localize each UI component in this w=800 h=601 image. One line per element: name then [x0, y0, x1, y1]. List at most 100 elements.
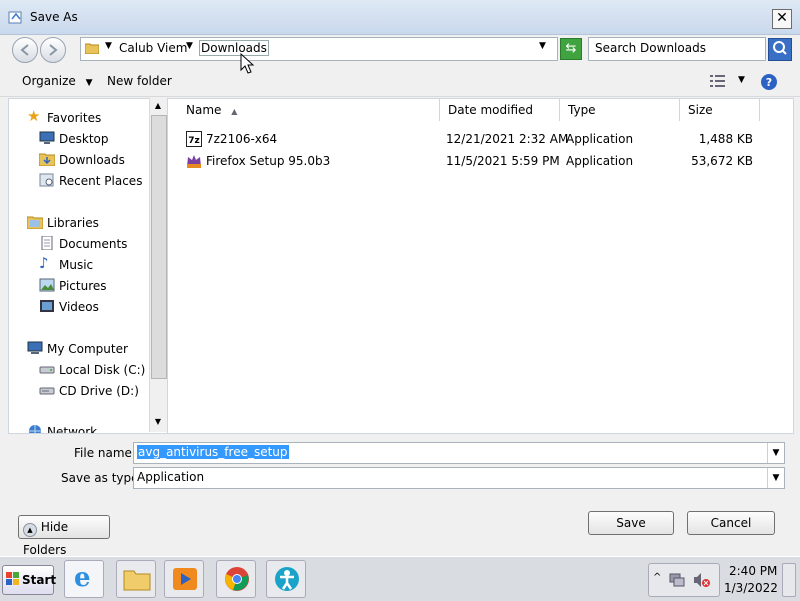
save-as-type-value: Application	[137, 470, 205, 484]
column-header-name[interactable]: Name ▲	[178, 99, 440, 121]
hide-folders-button[interactable]: ▲ Hide Folders	[18, 515, 110, 557]
taskbar-accessibility-app[interactable]	[266, 560, 306, 598]
libraries-icon	[27, 216, 43, 229]
clock-date[interactable]: 1/3/2022	[724, 581, 778, 595]
address-bar[interactable]: ▼ Calub Viem ▼ Downloads ▼	[80, 37, 558, 61]
refresh-button[interactable]: ⇆	[560, 38, 582, 60]
folder-icon	[85, 43, 99, 54]
chevron-down-icon[interactable]: ▼	[767, 443, 784, 463]
file-type: Application	[566, 154, 634, 168]
accessibility-icon	[275, 567, 299, 591]
star-icon: ★	[27, 107, 41, 125]
navigation-pane: ★ Favorites Desktop Downloads Recent Pla…	[8, 98, 168, 434]
help-icon[interactable]: ?	[760, 73, 778, 91]
show-desktop-button[interactable]	[782, 563, 796, 597]
file-date: 12/21/2021 2:32 AM	[446, 132, 569, 146]
taskbar-chrome[interactable]	[216, 560, 256, 598]
hard-drive-icon	[39, 366, 55, 374]
view-dropdown-icon[interactable]: ▼	[738, 75, 745, 85]
taskbar-internet-explorer[interactable]: e	[64, 560, 104, 598]
back-arrow-icon	[20, 44, 29, 56]
volume-muted-icon[interactable]	[693, 572, 711, 588]
taskbar-file-explorer[interactable]	[116, 560, 156, 598]
music-icon: ♪	[39, 254, 49, 272]
start-button[interactable]: Start	[2, 565, 57, 595]
breadcrumb-downloads[interactable]: Downloads	[199, 40, 269, 56]
sidebar-label: Pictures	[59, 279, 107, 293]
documents-icon	[41, 236, 53, 250]
chrome-icon	[225, 567, 249, 591]
clock-time[interactable]: 2:40 PM	[729, 564, 777, 578]
column-header-size[interactable]: Size	[680, 99, 760, 121]
address-dropdown-icon[interactable]: ▼	[539, 41, 546, 51]
forward-arrow-icon	[49, 44, 58, 56]
sidebar-scrollbar[interactable]: ▲ ▼	[149, 98, 167, 432]
window-title: Save As	[30, 10, 78, 24]
save-as-type-label: Save as type:	[61, 471, 143, 485]
sidebar-label: Local Disk (C:)	[59, 363, 146, 377]
sidebar-label: Downloads	[59, 153, 125, 167]
sidebar-label: Documents	[59, 237, 128, 251]
computer-icon	[27, 341, 43, 354]
firefox-setup-icon	[187, 155, 201, 168]
chevron-down-icon[interactable]: ▼	[105, 41, 112, 51]
cancel-button[interactable]: Cancel	[687, 511, 775, 535]
save-button[interactable]: Save	[588, 511, 674, 535]
command-toolbar: Organize ▼ New folder ▼ ?	[0, 66, 800, 97]
save-as-window-icon	[8, 11, 22, 24]
new-folder-button[interactable]: New folder	[107, 74, 172, 88]
file-size: 1,488 KB	[698, 132, 753, 146]
7zip-app-icon: 7z	[186, 131, 202, 147]
save-options-panel: File name: avg_antivirus_free_setup ▼ Sa…	[0, 433, 800, 557]
search-button[interactable]	[768, 38, 792, 61]
forward-button[interactable]	[40, 37, 66, 63]
sidebar-label: Music	[59, 258, 94, 272]
back-button[interactable]	[12, 37, 38, 63]
view-options-icon[interactable]	[710, 75, 726, 87]
show-hidden-icons-icon[interactable]: ^	[653, 572, 661, 583]
close-icon: ✕	[776, 10, 788, 26]
file-name: Firefox Setup 95.0b3	[206, 154, 331, 168]
file-type: Application	[566, 132, 634, 146]
close-button[interactable]: ✕	[772, 9, 792, 29]
breadcrumb-calub-viem[interactable]: Calub Viem	[119, 41, 187, 55]
desktop-icon	[39, 131, 55, 144]
search-input[interactable]: Search Downloads	[588, 37, 766, 61]
search-placeholder: Search Downloads	[595, 41, 706, 55]
internet-explorer-icon: e	[74, 563, 91, 593]
chevron-down-icon[interactable]: ▼	[186, 41, 193, 51]
organize-label: Organize	[22, 74, 76, 88]
file-date: 11/5/2021 5:59 PM	[446, 154, 560, 168]
cd-drive-icon	[39, 387, 55, 395]
taskbar: Start e ^ 2:40 PM 1/3/2022	[0, 556, 800, 601]
svg-text:7z: 7z	[188, 136, 200, 146]
column-header-date[interactable]: Date modified	[440, 99, 560, 121]
pictures-icon	[39, 278, 55, 292]
file-row[interactable]: 7z 7z2106-x64 12/21/2021 2:32 AM Applica…	[168, 129, 768, 149]
sidebar-label: Favorites	[47, 111, 102, 125]
chevron-down-icon[interactable]: ▼	[767, 468, 784, 488]
folder-icon	[123, 570, 151, 591]
sidebar-label: Desktop	[59, 132, 109, 146]
network-status-icon[interactable]	[669, 572, 685, 588]
title-bar: Save As ✕	[0, 0, 800, 35]
recent-places-icon	[39, 173, 54, 187]
file-name-label: File name:	[74, 446, 136, 460]
downloads-folder-icon	[39, 153, 55, 166]
column-header-type[interactable]: Type	[560, 99, 680, 121]
navigation-bar: ▼ Calub Viem ▼ Downloads ▼ ⇆ Search Down…	[0, 35, 800, 74]
save-as-type-select[interactable]: Application ▼	[133, 467, 785, 489]
file-name: 7z2106-x64	[206, 132, 278, 146]
refresh-icon: ⇆	[565, 41, 577, 56]
sort-ascending-icon: ▲	[231, 107, 238, 116]
organize-button[interactable]: Organize ▼	[22, 74, 93, 88]
start-label: Start	[22, 573, 57, 587]
scroll-up-icon[interactable]: ▲	[150, 98, 166, 114]
scrollbar-thumb[interactable]	[151, 115, 167, 379]
file-row[interactable]: Firefox Setup 95.0b3 11/5/2021 5:59 PM A…	[168, 151, 768, 171]
chevron-down-icon: ▼	[85, 78, 93, 88]
scroll-down-icon[interactable]: ▼	[150, 414, 166, 430]
file-name-input[interactable]: avg_antivirus_free_setup ▼	[133, 442, 785, 464]
search-icon	[773, 41, 787, 55]
taskbar-media-player[interactable]	[164, 560, 204, 598]
